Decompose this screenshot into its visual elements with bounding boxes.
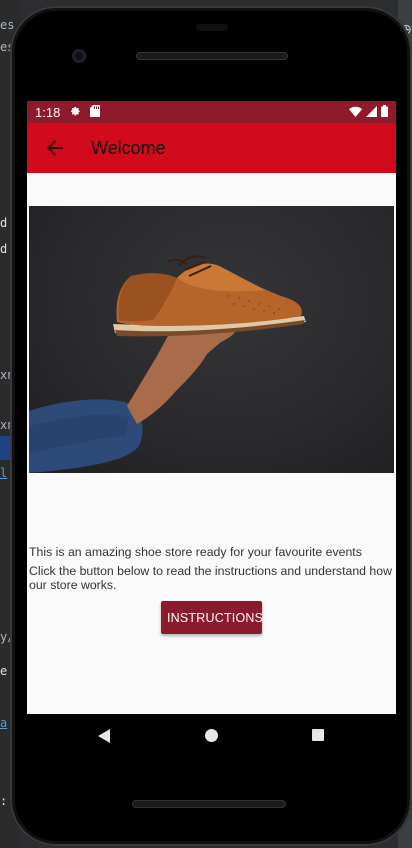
status-bar: 1:18 [27, 101, 396, 123]
ide-text-fragment: : [0, 794, 8, 808]
system-nav-bar [27, 714, 396, 758]
camera-icon [72, 49, 86, 63]
settings-icon [69, 105, 81, 120]
app-screen: 1:18 Welcome This is an amazing shoe sto… [27, 101, 396, 714]
ide-text-fragment: es [0, 18, 15, 32]
bottom-speaker-grille [132, 800, 286, 808]
battery-icon [381, 104, 388, 120]
instruction-text: Click the button below to read the instr… [29, 564, 392, 592]
arrow-back-icon[interactable] [43, 136, 67, 160]
wifi-icon [349, 105, 362, 120]
ide-text-fragment: a [0, 716, 8, 730]
status-time: 1:18 [35, 104, 61, 120]
home-circle-icon[interactable] [205, 729, 218, 742]
ide-text-fragment: l [0, 466, 8, 480]
page-title: Welcome [91, 137, 166, 158]
ide-text-fragment: e [0, 664, 8, 678]
app-bar: Welcome [27, 123, 396, 173]
recents-square-icon[interactable] [312, 729, 324, 741]
hero-shoe-image [29, 206, 394, 473]
speaker-grille [136, 52, 288, 60]
instructions-button[interactable]: INSTRUCTIONS [161, 601, 263, 634]
back-triangle-icon[interactable] [98, 728, 110, 747]
earpiece [196, 24, 228, 31]
sd-card-icon [90, 104, 101, 120]
intro-text: This is an amazing shoe store ready for … [29, 545, 362, 559]
description: This is an amazing shoe store ready for … [29, 545, 394, 592]
signal-icon [366, 105, 377, 120]
